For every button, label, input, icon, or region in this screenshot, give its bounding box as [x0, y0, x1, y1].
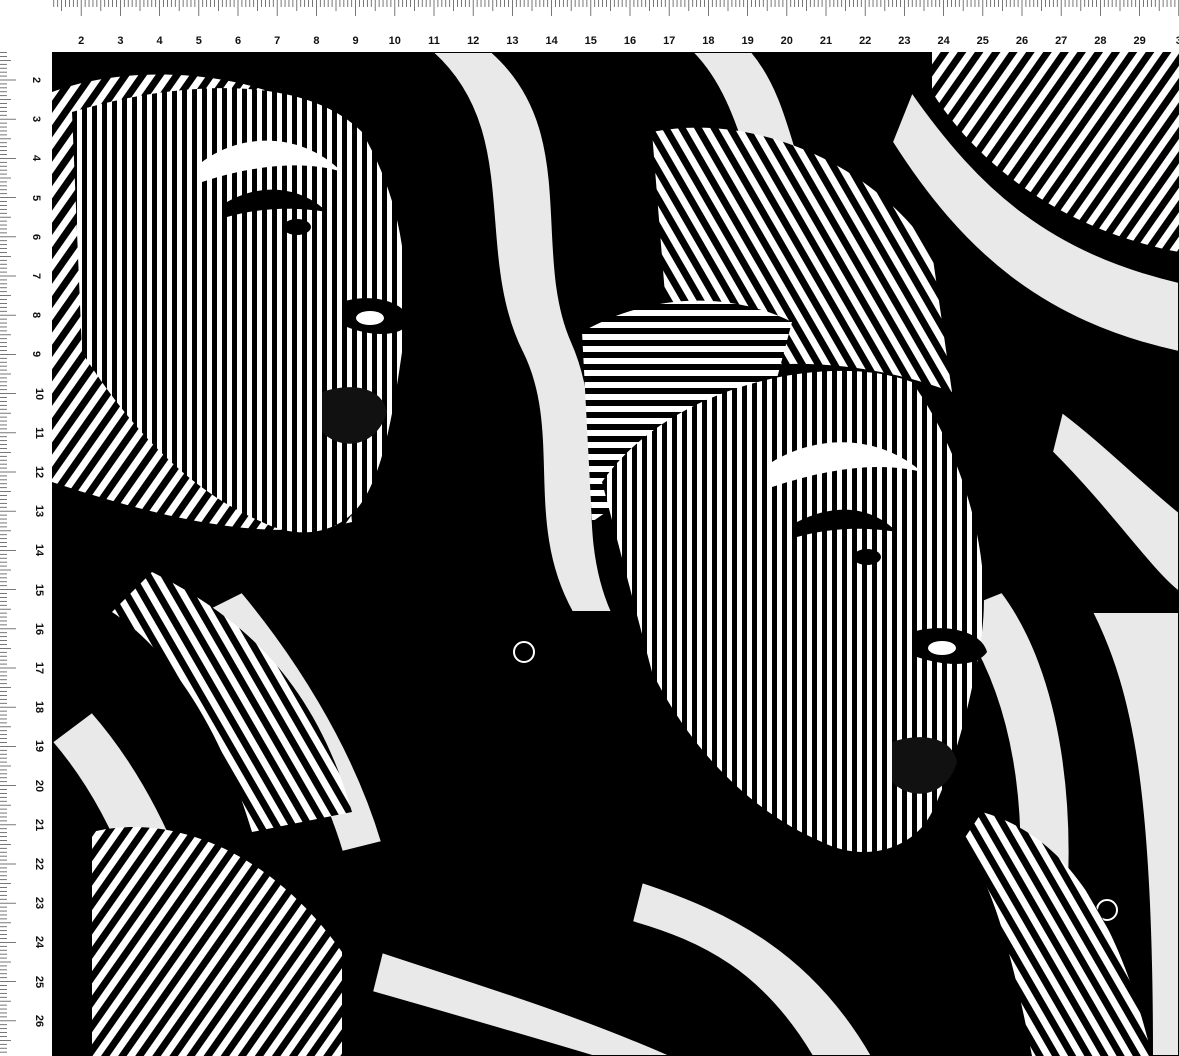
left-ruler-label: 12: [33, 465, 46, 479]
left-ruler-label: 13: [33, 505, 46, 518]
top-ruler-label: 16: [623, 35, 637, 47]
top-ruler-label: 23: [898, 35, 911, 47]
top-ruler-label: 14: [545, 35, 558, 47]
left-ruler-label: 11: [32, 426, 45, 439]
top-ruler-label: 24: [937, 35, 950, 47]
left-ruler-label: 14: [33, 544, 46, 557]
top-ruler: 1234567891011121314151617181920212223242…: [0, 0, 1179, 52]
fabric-print-artwork: [52, 52, 1179, 1056]
top-ruler-label: 21: [819, 35, 833, 47]
left-ruler-label: 24: [33, 936, 46, 949]
top-ruler-label: 29: [1133, 35, 1146, 47]
top-ruler-label: 17: [663, 35, 676, 47]
top-ruler-label: 22: [859, 35, 872, 47]
top-ruler-label: 26: [1015, 35, 1029, 47]
left-ruler-label: 17: [33, 661, 46, 675]
top-ruler-label: 12: [467, 35, 480, 47]
left-ruler-label: 25: [33, 975, 46, 988]
top-ruler-label: 3: [117, 35, 124, 47]
left-ruler: 2 3 4 5 6 7 8 9 10 11 12 13 14 15 16 17 18 19 20 21 22 23 24 25…: [0, 0, 52, 1056]
left-ruler-label: 15: [33, 583, 46, 596]
top-ruler-label: 18: [702, 35, 715, 47]
top-ruler-label: 13: [506, 35, 519, 47]
left-ruler-label: 5: [30, 194, 43, 201]
top-ruler-label: 4: [156, 35, 163, 47]
top-ruler-label: 20: [780, 35, 793, 47]
top-ruler-label: 6: [234, 35, 242, 47]
left-ruler-label: 18: [33, 701, 46, 714]
left-ruler-label: 3: [30, 116, 43, 123]
left-ruler-label: 26: [33, 1014, 46, 1027]
left-ruler-label: 19: [33, 740, 46, 753]
left-ruler-label: 6: [30, 233, 43, 240]
left-ruler-label: 8: [30, 312, 43, 319]
top-ruler-label: 8: [313, 35, 320, 47]
left-ruler-label: 4: [30, 155, 43, 162]
left-ruler-label: 23: [33, 897, 46, 910]
left-ruler-label: 7: [30, 272, 43, 280]
left-ruler-label: 10: [33, 387, 46, 400]
top-ruler-label: 25: [976, 35, 989, 47]
left-ruler-label: 2: [30, 76, 43, 84]
top-ruler-label: 2: [78, 35, 85, 47]
top-ruler-label: 15: [584, 35, 597, 47]
top-ruler-label: 7: [274, 35, 281, 47]
striped-faces-pattern-icon: [52, 52, 1179, 1056]
top-ruler-label: 9: [352, 35, 359, 47]
left-ruler-label: 22: [33, 857, 46, 871]
top-ruler-label: 27: [1055, 35, 1068, 47]
left-ruler-label: 20: [33, 779, 46, 792]
left-ruler-label: 21: [33, 818, 46, 831]
top-ruler-label: 11: [428, 35, 440, 47]
top-ruler-label: 19: [741, 35, 754, 47]
top-ruler-label: 10: [388, 35, 401, 47]
top-ruler-label: 28: [1094, 35, 1107, 47]
left-ruler-label: 9: [30, 351, 43, 358]
top-ruler-label: 5: [195, 35, 202, 47]
left-ruler-label: 16: [33, 622, 46, 635]
